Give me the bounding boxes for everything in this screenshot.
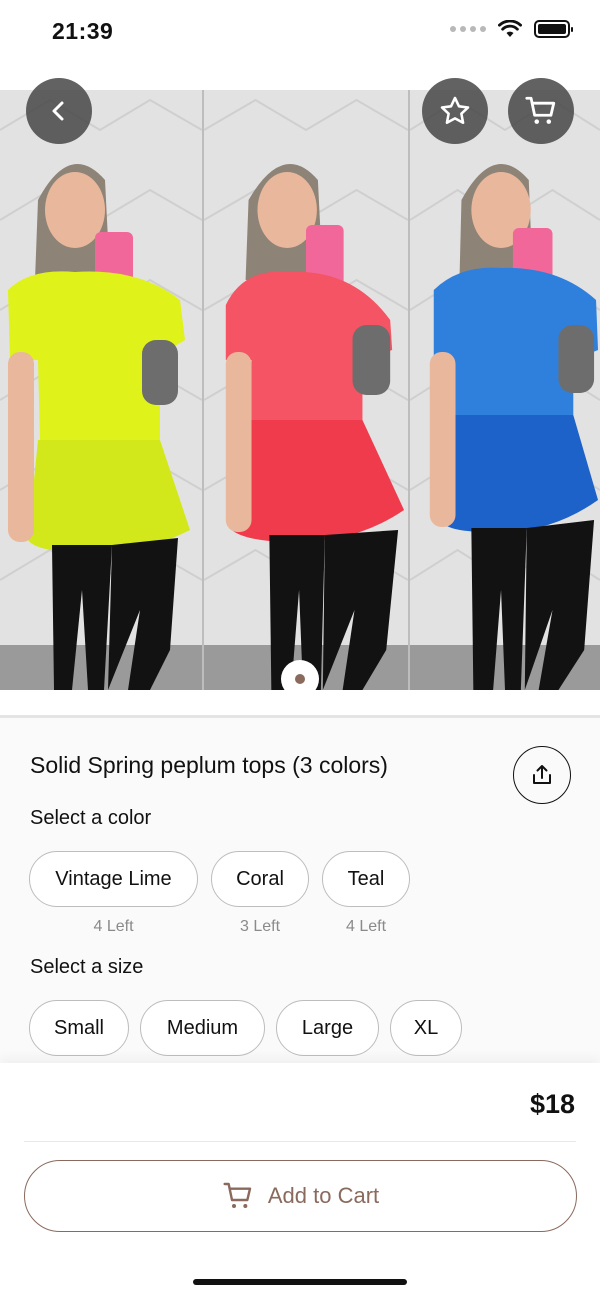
battery-icon: [534, 20, 573, 38]
star-icon: [440, 96, 470, 125]
back-button[interactable]: [26, 78, 92, 144]
cart-button[interactable]: [508, 78, 574, 144]
size-option-xl[interactable]: XL: [390, 1000, 462, 1056]
chevron-left-icon: [52, 101, 64, 121]
cellular-signal-icon: [450, 26, 486, 32]
share-button[interactable]: [513, 746, 571, 804]
page-dot: [295, 674, 305, 684]
carousel-page-indicator[interactable]: [281, 660, 319, 698]
add-to-cart-label: Add to Cart: [267, 1183, 380, 1208]
cart-icon: [223, 1182, 252, 1208]
color-option-vintage-lime[interactable]: Vintage Lime: [29, 851, 198, 907]
status-icons: [450, 20, 573, 38]
product-image-carousel[interactable]: [0, 90, 600, 690]
size-option-small[interactable]: Small: [29, 1000, 129, 1056]
status-bar: 21:39: [0, 0, 600, 70]
favorite-button[interactable]: [422, 78, 488, 144]
cart-icon: [525, 96, 556, 124]
product-price: $18: [529, 1089, 575, 1119]
color-option-coral[interactable]: Coral: [211, 851, 309, 907]
size-option-large[interactable]: Large: [276, 1000, 379, 1056]
stock-count-teal: 4 Left: [345, 918, 387, 935]
stock-count-coral: 3 Left: [239, 918, 281, 935]
wifi-icon: [498, 20, 522, 37]
product-title: Solid Spring peplum tops (3 colors): [30, 752, 388, 778]
size-section-label: Select a size: [30, 956, 144, 978]
product-photo-teal: [408, 90, 600, 690]
product-details: Solid Spring peplum tops (3 colors) Sele…: [0, 718, 600, 1063]
product-photo-coral: [202, 90, 408, 690]
color-option-teal[interactable]: Teal: [322, 851, 410, 907]
stock-count-vintage-lime: 4 Left: [93, 918, 134, 935]
status-time: 21:39: [52, 18, 114, 44]
home-indicator[interactable]: [193, 1279, 407, 1285]
product-photo-lime: [0, 90, 202, 690]
share-icon: [533, 765, 551, 784]
purchase-bar: $18 Add to Cart: [0, 1063, 600, 1299]
divider: [24, 1141, 576, 1142]
color-section-label: Select a color: [30, 807, 152, 829]
size-option-medium[interactable]: Medium: [140, 1000, 265, 1056]
add-to-cart-button[interactable]: Add to Cart: [24, 1160, 577, 1232]
